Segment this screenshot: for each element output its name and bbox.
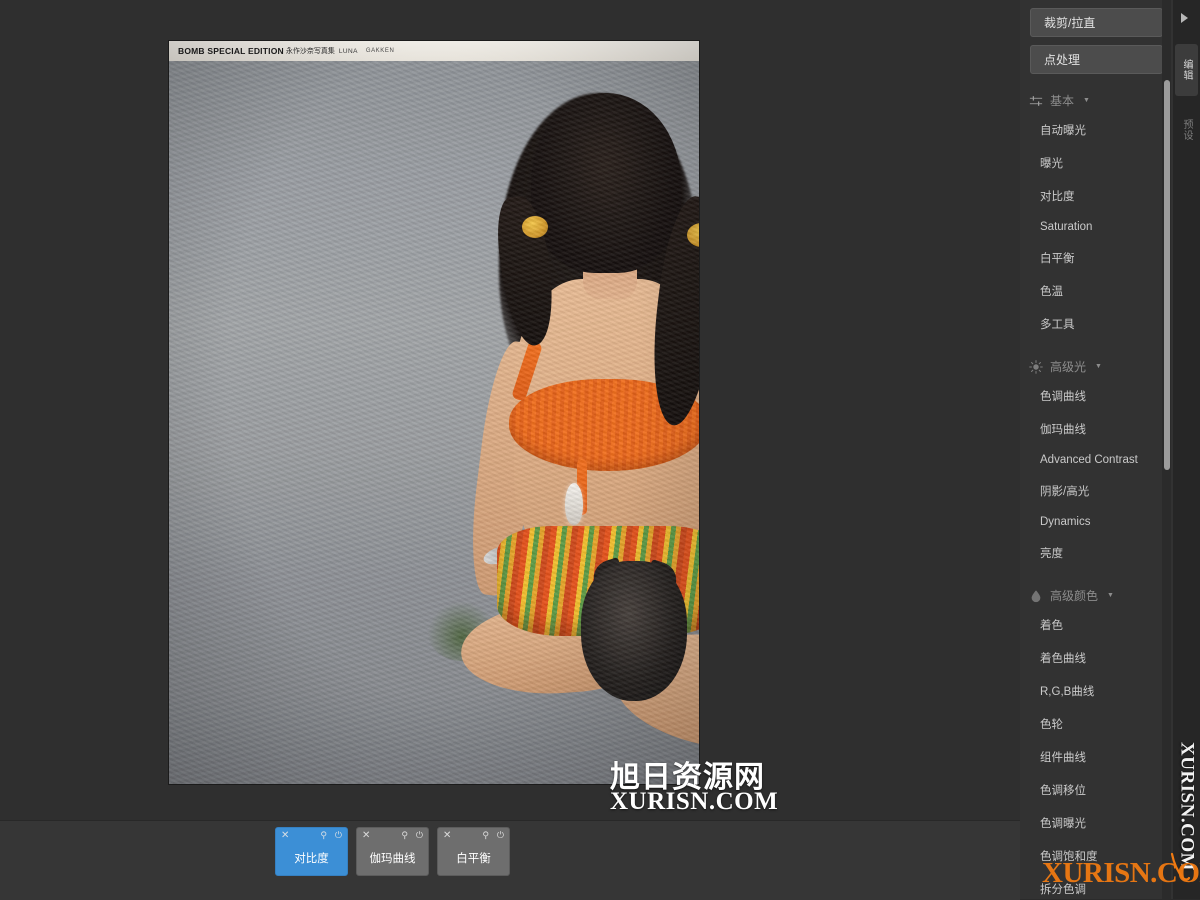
effect-chip-contrast[interactable]: ✕ ⚲ ⏻ 对比度	[275, 827, 348, 876]
photo-shape-hairtie-left	[522, 216, 548, 238]
sidebar-item-color-temperature[interactable]: 色温	[1020, 274, 1173, 307]
photo-shape-pendant	[565, 483, 583, 525]
right-tab-rail: 编辑 预设 XURISN.COM	[1173, 0, 1200, 899]
pin-icon[interactable]: ⚲	[401, 831, 408, 840]
poster-banner-subtitle-2: LUNA	[338, 47, 358, 55]
tab-edit-label: 编辑	[1181, 59, 1192, 81]
group-basic: 基本 ▼ 自动曝光 曝光 对比度 Saturation 白平衡 色温 多工具	[1020, 88, 1173, 340]
pin-icon[interactable]: ⚲	[320, 831, 327, 840]
droplet-icon	[1031, 589, 1041, 602]
sidebar-item-shadow-highlight[interactable]: 阴影/高光	[1020, 474, 1173, 507]
sidebar-item-tone-exposure[interactable]: 色调曝光	[1020, 806, 1173, 839]
close-icon[interactable]: ✕	[281, 831, 289, 841]
power-icon[interactable]: ⏻	[335, 831, 342, 840]
tab-presets-label: 预设	[1181, 119, 1192, 141]
sidebar-item-auto-exposure[interactable]: 自动曝光	[1020, 113, 1173, 146]
sidebar-item-dynamics[interactable]: Dynamics	[1020, 507, 1173, 536]
group-advanced-light-header[interactable]: 高级光 ▼	[1020, 354, 1173, 379]
photo-shape-hair-front	[531, 93, 681, 273]
tools-sidebar: 裁剪/拉直 点处理 基本 ▼ 自动曝光 曝光 对比度 Saturation 白平…	[1020, 0, 1173, 899]
sidebar-item-saturation[interactable]: Saturation	[1020, 212, 1173, 241]
group-advanced-color-header[interactable]: 高级颜色 ▼	[1020, 583, 1173, 608]
sidebar-item-gamma-curve[interactable]: 伽玛曲线	[1020, 412, 1173, 445]
crop-straighten-button[interactable]: 裁剪/拉直	[1030, 8, 1163, 37]
group-advanced-light-title: 高级光	[1050, 360, 1087, 374]
effect-chip-white-balance[interactable]: ✕ ⚲ ⏻ 白平衡	[437, 827, 510, 876]
watermark-vertical-text: XURISN.COM	[1176, 742, 1198, 872]
sidebar-item-exposure[interactable]: 曝光	[1020, 146, 1173, 179]
effects-bottom-bar: ✕ ⚲ ⏻ 对比度 ✕ ⚲ ⏻ 伽玛曲线 ✕ ⚲ ⏻ 白平衡	[0, 820, 1020, 900]
crop-straighten-label: 裁剪/拉直	[1044, 16, 1096, 30]
sliders-icon	[1029, 95, 1043, 106]
watermark-vertical: XURISN.COM	[1173, 742, 1200, 892]
spot-processing-label: 点处理	[1044, 53, 1081, 67]
effect-chip-list: ✕ ⚲ ⏻ 对比度 ✕ ⚲ ⏻ 伽玛曲线 ✕ ⚲ ⏻ 白平衡	[275, 827, 510, 876]
sidebar-scrollbar-thumb[interactable]	[1164, 80, 1170, 470]
tab-presets[interactable]: 预设	[1175, 104, 1198, 156]
poster-banner-subtitle: 永作沙奈写真集	[285, 48, 335, 55]
group-advanced-color: 高级颜色 ▼ 着色 着色曲线 R,G,B曲线 色轮 组件曲线 色调移位 色调曝光…	[1020, 583, 1173, 899]
effect-chip-label: 白平衡	[456, 853, 491, 865]
sidebar-item-colorize[interactable]: 着色	[1020, 608, 1173, 641]
poster-banner-title: BOMB SPECIAL EDITION	[178, 46, 284, 56]
chevron-down-icon[interactable]: ▼	[1083, 97, 1090, 104]
app-root: BOMB SPECIAL EDITION 永作沙奈写真集 LUNA GAKKEN…	[0, 0, 1200, 900]
chevron-down-icon[interactable]: ▼	[1107, 592, 1114, 599]
sidebar-item-colorize-curve[interactable]: 着色曲线	[1020, 641, 1173, 674]
effect-chip-label: 对比度	[294, 853, 329, 865]
chevron-down-icon[interactable]: ▼	[1095, 363, 1102, 370]
sidebar-item-rgb-curves[interactable]: R,G,B曲线	[1020, 674, 1173, 707]
effect-chip-gamma-curve[interactable]: ✕ ⚲ ⏻ 伽玛曲线	[356, 827, 429, 876]
poster-banner: BOMB SPECIAL EDITION 永作沙奈写真集 LUNA GAKKEN	[169, 41, 699, 61]
sun-icon	[1029, 359, 1043, 374]
sidebar-item-tone-saturation[interactable]: 色调饱和度	[1020, 839, 1173, 872]
tab-edit[interactable]: 编辑	[1175, 44, 1198, 96]
spot-processing-button[interactable]: 点处理	[1030, 45, 1163, 74]
photo-image	[169, 41, 699, 784]
effect-chip-label: 伽玛曲线	[369, 853, 416, 865]
sidebar-item-contrast[interactable]: 对比度	[1020, 179, 1173, 212]
pin-icon[interactable]: ⚲	[482, 831, 489, 840]
sidebar-item-multi-tool[interactable]: 多工具	[1020, 307, 1173, 340]
sidebar-item-component-curves[interactable]: 组件曲线	[1020, 740, 1173, 773]
sidebar-item-advanced-contrast[interactable]: Advanced Contrast	[1020, 445, 1173, 474]
photo-preview[interactable]: BOMB SPECIAL EDITION 永作沙奈写真集 LUNA GAKKEN	[169, 41, 699, 784]
close-icon[interactable]: ✕	[443, 831, 451, 841]
sidebar-item-white-balance[interactable]: 白平衡	[1020, 241, 1173, 274]
group-basic-header[interactable]: 基本 ▼	[1020, 88, 1173, 113]
collapse-panel-arrow-icon[interactable]	[1181, 13, 1188, 23]
sidebar-item-color-wheel[interactable]: 色轮	[1020, 707, 1173, 740]
group-advanced-light: 高级光 ▼ 色调曲线 伽玛曲线 Advanced Contrast 阴影/高光 …	[1020, 354, 1173, 569]
sidebar-item-tone-curve[interactable]: 色调曲线	[1020, 379, 1173, 412]
power-icon[interactable]: ⏻	[497, 831, 504, 840]
sidebar-item-split-toning[interactable]: 拆分色调	[1020, 872, 1173, 899]
photo-shape-kitten	[581, 561, 687, 701]
sidebar-item-brightness[interactable]: 亮度	[1020, 536, 1173, 569]
group-basic-title: 基本	[1050, 94, 1075, 108]
sidebar-item-hue-shift[interactable]: 色调移位	[1020, 773, 1173, 806]
power-icon[interactable]: ⏻	[416, 831, 423, 840]
group-advanced-color-title: 高级颜色	[1050, 589, 1099, 603]
close-icon[interactable]: ✕	[362, 831, 370, 841]
watermark-center-en: XURISN.COM	[610, 788, 779, 815]
poster-banner-brand: GAKKEN	[365, 48, 395, 54]
canvas-area[interactable]: BOMB SPECIAL EDITION 永作沙奈写真集 LUNA GAKKEN…	[0, 0, 1020, 820]
